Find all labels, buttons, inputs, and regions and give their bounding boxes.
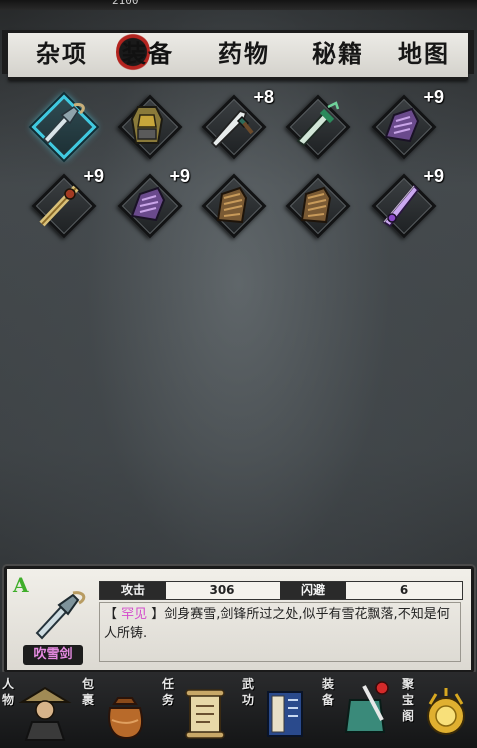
book-icon bbox=[267, 691, 303, 737]
description-text: 剑身赛雪,剑锋所过之处,似乎有雪花飘落,不知是何人所铸. bbox=[104, 607, 450, 641]
inventory-slot[interactable] bbox=[200, 172, 267, 239]
inventory-slot[interactable]: +9 bbox=[370, 87, 444, 160]
inventory-slot[interactable]: +9 bbox=[116, 166, 190, 239]
inventory-slot[interactable]: +9 bbox=[370, 166, 444, 239]
stat-dodge-value: 6 bbox=[399, 583, 409, 597]
dagger-icon bbox=[35, 591, 86, 640]
nav-quest[interactable]: 任务 bbox=[160, 672, 240, 748]
bag-icon bbox=[108, 697, 144, 740]
rarity-label: 罕见 bbox=[121, 607, 148, 622]
enhance-level: +9 bbox=[169, 166, 190, 186]
nav-treasure-pavilion[interactable]: 聚宝阁 bbox=[400, 672, 477, 748]
inventory-slot[interactable] bbox=[116, 93, 183, 160]
inventory-slot[interactable] bbox=[284, 93, 351, 160]
bronze-gauntlet-icon bbox=[300, 186, 332, 224]
tab-manuals[interactable]: 秘籍 bbox=[298, 36, 378, 72]
bronze-gauntlet-icon bbox=[216, 186, 248, 224]
tab-misc[interactable]: 杂项 bbox=[22, 36, 102, 72]
enhance-level: +9 bbox=[423, 87, 444, 107]
tab-medicine[interactable]: 药物 bbox=[204, 36, 284, 72]
item-detail-panel: A 吹雪剑 攻击 306 闪避 6 【 罕见 】剑身赛雪,剑锋所过之处,似乎有雪… bbox=[4, 566, 474, 673]
enhance-level: +9 bbox=[83, 166, 104, 186]
category-tab-bar: 杂项 装备 药物 秘籍 地图 bbox=[2, 30, 474, 80]
coin-count: 2100 bbox=[112, 0, 139, 7]
item-stats: 攻击 306 闪避 6 bbox=[99, 581, 463, 600]
item-name: 吹雪剑 bbox=[23, 645, 83, 665]
item-description: 【 罕见 】剑身赛雪,剑锋所过之处,似乎有雪花飘落,不知是何人所铸. bbox=[99, 602, 461, 662]
jade-sword-icon bbox=[296, 101, 340, 147]
enhance-level: +8 bbox=[253, 87, 274, 107]
nav-character[interactable]: 人物 bbox=[0, 672, 80, 748]
nav-bag[interactable]: 包裹 bbox=[80, 672, 160, 748]
stat-dodge-label: 闪避 bbox=[280, 582, 346, 599]
inventory-slot[interactable]: +9 bbox=[30, 166, 104, 239]
tab-equipment[interactable]: 装备 bbox=[108, 32, 188, 72]
dagger-icon bbox=[42, 103, 85, 145]
armor-icon bbox=[130, 106, 164, 144]
bottom-navigation: 人物 包裹 任务 武功 装备 聚宝阁 bbox=[0, 672, 477, 748]
nav-equipment[interactable]: 装备 bbox=[320, 672, 400, 748]
equipment-icon bbox=[344, 681, 389, 733]
stat-attack-value: 306 bbox=[209, 583, 235, 597]
item-grade: A bbox=[13, 573, 29, 597]
enhance-level: +9 bbox=[423, 166, 444, 186]
treasure-icon bbox=[427, 688, 465, 735]
nav-skills[interactable]: 武功 bbox=[240, 672, 320, 748]
inventory-slot[interactable] bbox=[30, 93, 97, 160]
inventory-slot[interactable] bbox=[284, 172, 351, 239]
stat-attack-label: 攻击 bbox=[100, 582, 166, 599]
top-status-strip: 2100 bbox=[0, 0, 477, 10]
scroll-icon bbox=[185, 689, 225, 739]
tab-map[interactable]: 地图 bbox=[384, 36, 464, 72]
character-icon bbox=[18, 686, 72, 741]
inventory-slot[interactable]: +8 bbox=[200, 87, 274, 160]
